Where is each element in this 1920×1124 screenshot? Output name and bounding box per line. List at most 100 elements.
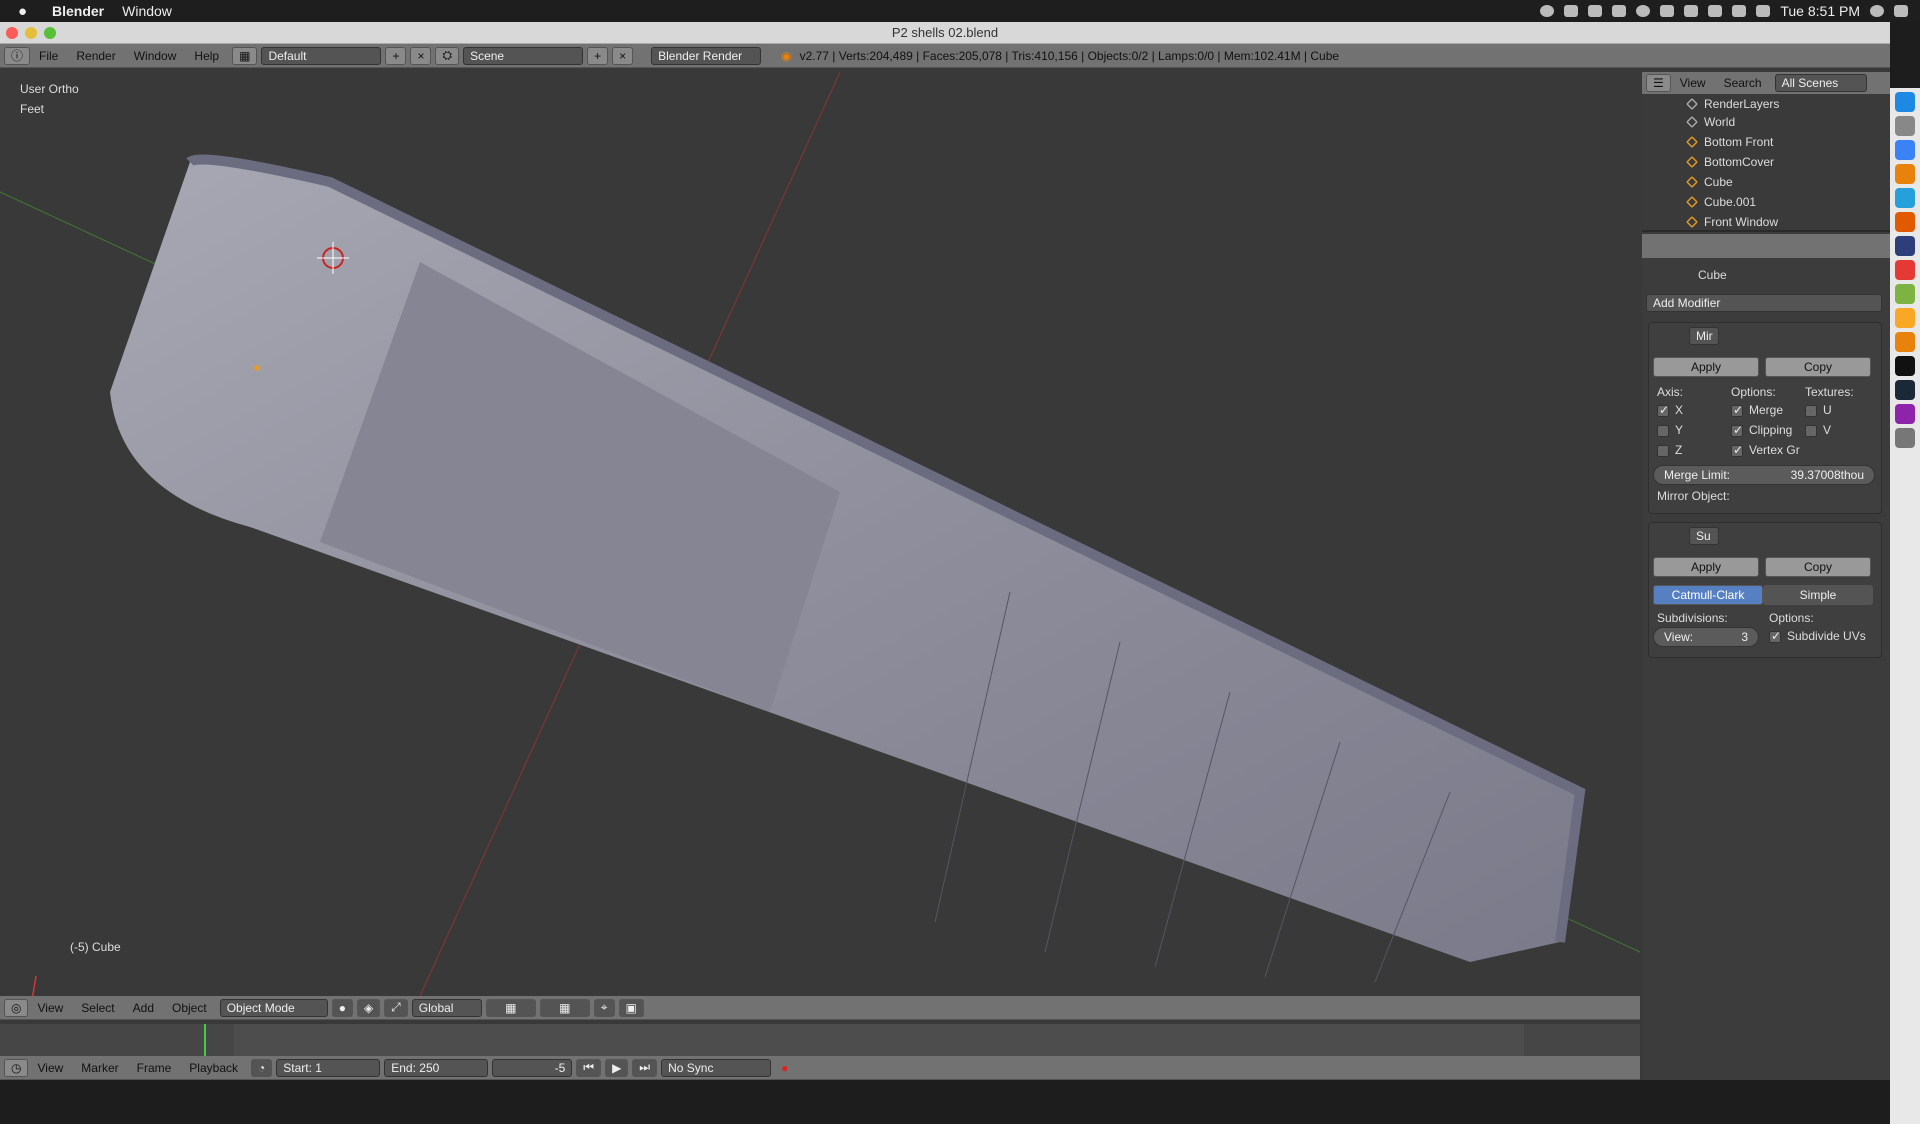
view-menu[interactable]: View [37,1001,63,1015]
frame-menu[interactable]: Frame [137,1061,172,1075]
vertex-groups-checkbox[interactable] [1731,443,1743,457]
outliner-item-world[interactable]: World [1642,112,1872,132]
scene-icon[interactable]: ⛭ [435,46,460,65]
music-icon[interactable] [1895,404,1915,424]
firefox-icon[interactable] [1895,164,1915,184]
outliner-editor-icon[interactable]: ☰ [1646,74,1671,92]
axis-x-checkbox[interactable] [1657,403,1669,417]
subsurf-name-field[interactable]: Su [1689,527,1719,545]
editor-type-button[interactable]: ⓘ [4,46,31,65]
add-scene-icon[interactable]: + [587,46,609,65]
unity-icon[interactable] [1895,356,1915,376]
lightroom-icon[interactable] [1895,236,1915,256]
start-frame-field[interactable]: Start: 1 [276,1058,381,1077]
help-menu[interactable]: Help [194,49,219,63]
outliner-item-cube-001[interactable]: Cube.001 [1642,192,1872,212]
notification-center-icon[interactable] [1894,5,1908,17]
pivot-icon[interactable]: ◈ [356,998,381,1017]
remove-layout-icon[interactable]: × [410,46,432,65]
illustrator-icon[interactable] [1895,212,1915,232]
zoom-window-button[interactable] [44,27,56,39]
timeline-editor-icon[interactable]: ◷ [4,1058,29,1077]
properties-tabs[interactable] [1642,234,1890,258]
outliner-item-renderlayers[interactable]: RenderLayers [1642,94,1872,114]
jump-start-icon[interactable]: ⏮ [576,1058,602,1077]
window-menu-blender[interactable]: Window [134,49,177,63]
spotlight-icon[interactable] [1870,5,1884,17]
layers2-icon[interactable]: ▦ [539,998,590,1017]
add-layout-icon[interactable]: + [385,46,407,65]
merge-checkbox[interactable] [1731,403,1743,417]
blender-dock-icon[interactable] [1895,332,1915,352]
playback-menu[interactable]: Playback [189,1061,238,1075]
scene-field[interactable]: Scene [463,46,584,65]
clock[interactable]: Tue 8:51 PM [1780,3,1860,19]
subdivide-uvs-checkbox[interactable] [1769,629,1781,643]
mirror-copy-button[interactable]: Copy [1765,357,1871,377]
close-window-button[interactable] [6,27,18,39]
current-frame-field[interactable]: -5 [492,1058,573,1077]
view-levels-field[interactable]: View: 3 [1653,627,1759,647]
render-preview-icon[interactable]: ▣ [618,998,644,1017]
muse-icon[interactable] [1895,284,1915,304]
file-menu[interactable]: File [39,49,58,63]
select-menu[interactable]: Select [81,1001,114,1015]
outliner-item-cube[interactable]: Cube [1642,172,1872,192]
timeline-view-menu[interactable]: View [37,1061,63,1075]
viewport-editor-icon[interactable]: ◎ [4,998,29,1017]
record-icon[interactable]: ● [781,1061,788,1075]
axis-y-checkbox[interactable] [1657,425,1669,437]
minimize-window-button[interactable] [25,27,37,39]
safari-icon[interactable] [1895,140,1915,160]
shading-icon[interactable]: ● [331,998,353,1017]
steam-icon[interactable] [1895,380,1915,400]
outliner-search-menu[interactable]: Search [1724,76,1762,90]
axis-z-checkbox[interactable] [1657,445,1669,457]
orientation-select[interactable]: Global [411,998,482,1017]
layout-field[interactable]: Default [261,46,382,65]
range-icon[interactable]: ◔ [251,1058,273,1077]
layers-icon[interactable]: ▦ [485,998,536,1017]
outliner-item-bottomcover[interactable]: BottomCover [1642,152,1872,172]
sync-select[interactable]: No Sync [661,1058,772,1077]
launchpad-icon[interactable] [1895,116,1915,136]
texture-v-checkbox[interactable] [1805,425,1817,437]
camera-icon[interactable] [1564,5,1579,17]
end-frame-field[interactable]: End: 250 [384,1058,489,1077]
viewport-canvas[interactable] [0,72,1640,996]
jump-end-icon[interactable]: ⏭ [632,1058,658,1077]
simple-button[interactable]: Simple [1763,585,1873,605]
layout-icon[interactable]: ▦ [232,46,258,65]
app-menu[interactable]: Blender [52,3,104,19]
3d-viewport[interactable]: User Ortho Feet (-5) Cube [0,72,1640,996]
render-menu[interactable]: Render [76,49,115,63]
outliner-filter-select[interactable]: All Scenes [1774,74,1867,92]
add-menu[interactable]: Add [133,1001,154,1015]
stack-icon[interactable] [1588,5,1603,17]
texture-u-checkbox[interactable] [1805,405,1817,417]
merge-limit-field[interactable]: Merge Limit: 39.37008thou [1653,465,1875,485]
trash-icon[interactable] [1895,428,1915,448]
object-origin[interactable] [254,365,260,371]
object-menu[interactable]: Object [172,1001,207,1015]
creative-cloud-icon[interactable] [1540,5,1555,17]
mode-select[interactable]: Object Mode [219,998,328,1017]
photoshop-icon[interactable] [1895,188,1915,208]
apple-menu-icon[interactable]: ● [18,3,40,20]
wifi-icon[interactable] [1708,5,1723,17]
mirror-name-field[interactable]: Mir [1689,327,1719,345]
play-icon[interactable]: ▶ [605,1058,629,1077]
outliner-view-menu[interactable]: View [1680,76,1706,90]
bridge-icon[interactable] [1895,308,1915,328]
remove-scene-icon[interactable]: × [612,46,634,65]
clipping-checkbox[interactable] [1731,423,1743,437]
subsurf-apply-button[interactable]: Apply [1653,557,1759,577]
time-machine-icon[interactable] [1636,5,1651,17]
catmull-clark-button[interactable]: Catmull-Clark [1653,585,1763,605]
render-engine-select[interactable]: Blender Render [651,46,762,65]
add-modifier-button[interactable]: Add Modifier [1646,294,1882,312]
drive-icon[interactable] [1612,5,1627,17]
acrobat-icon[interactable] [1895,260,1915,280]
marker-menu[interactable]: Marker [81,1061,118,1075]
bluetooth-icon[interactable] [1684,5,1699,17]
